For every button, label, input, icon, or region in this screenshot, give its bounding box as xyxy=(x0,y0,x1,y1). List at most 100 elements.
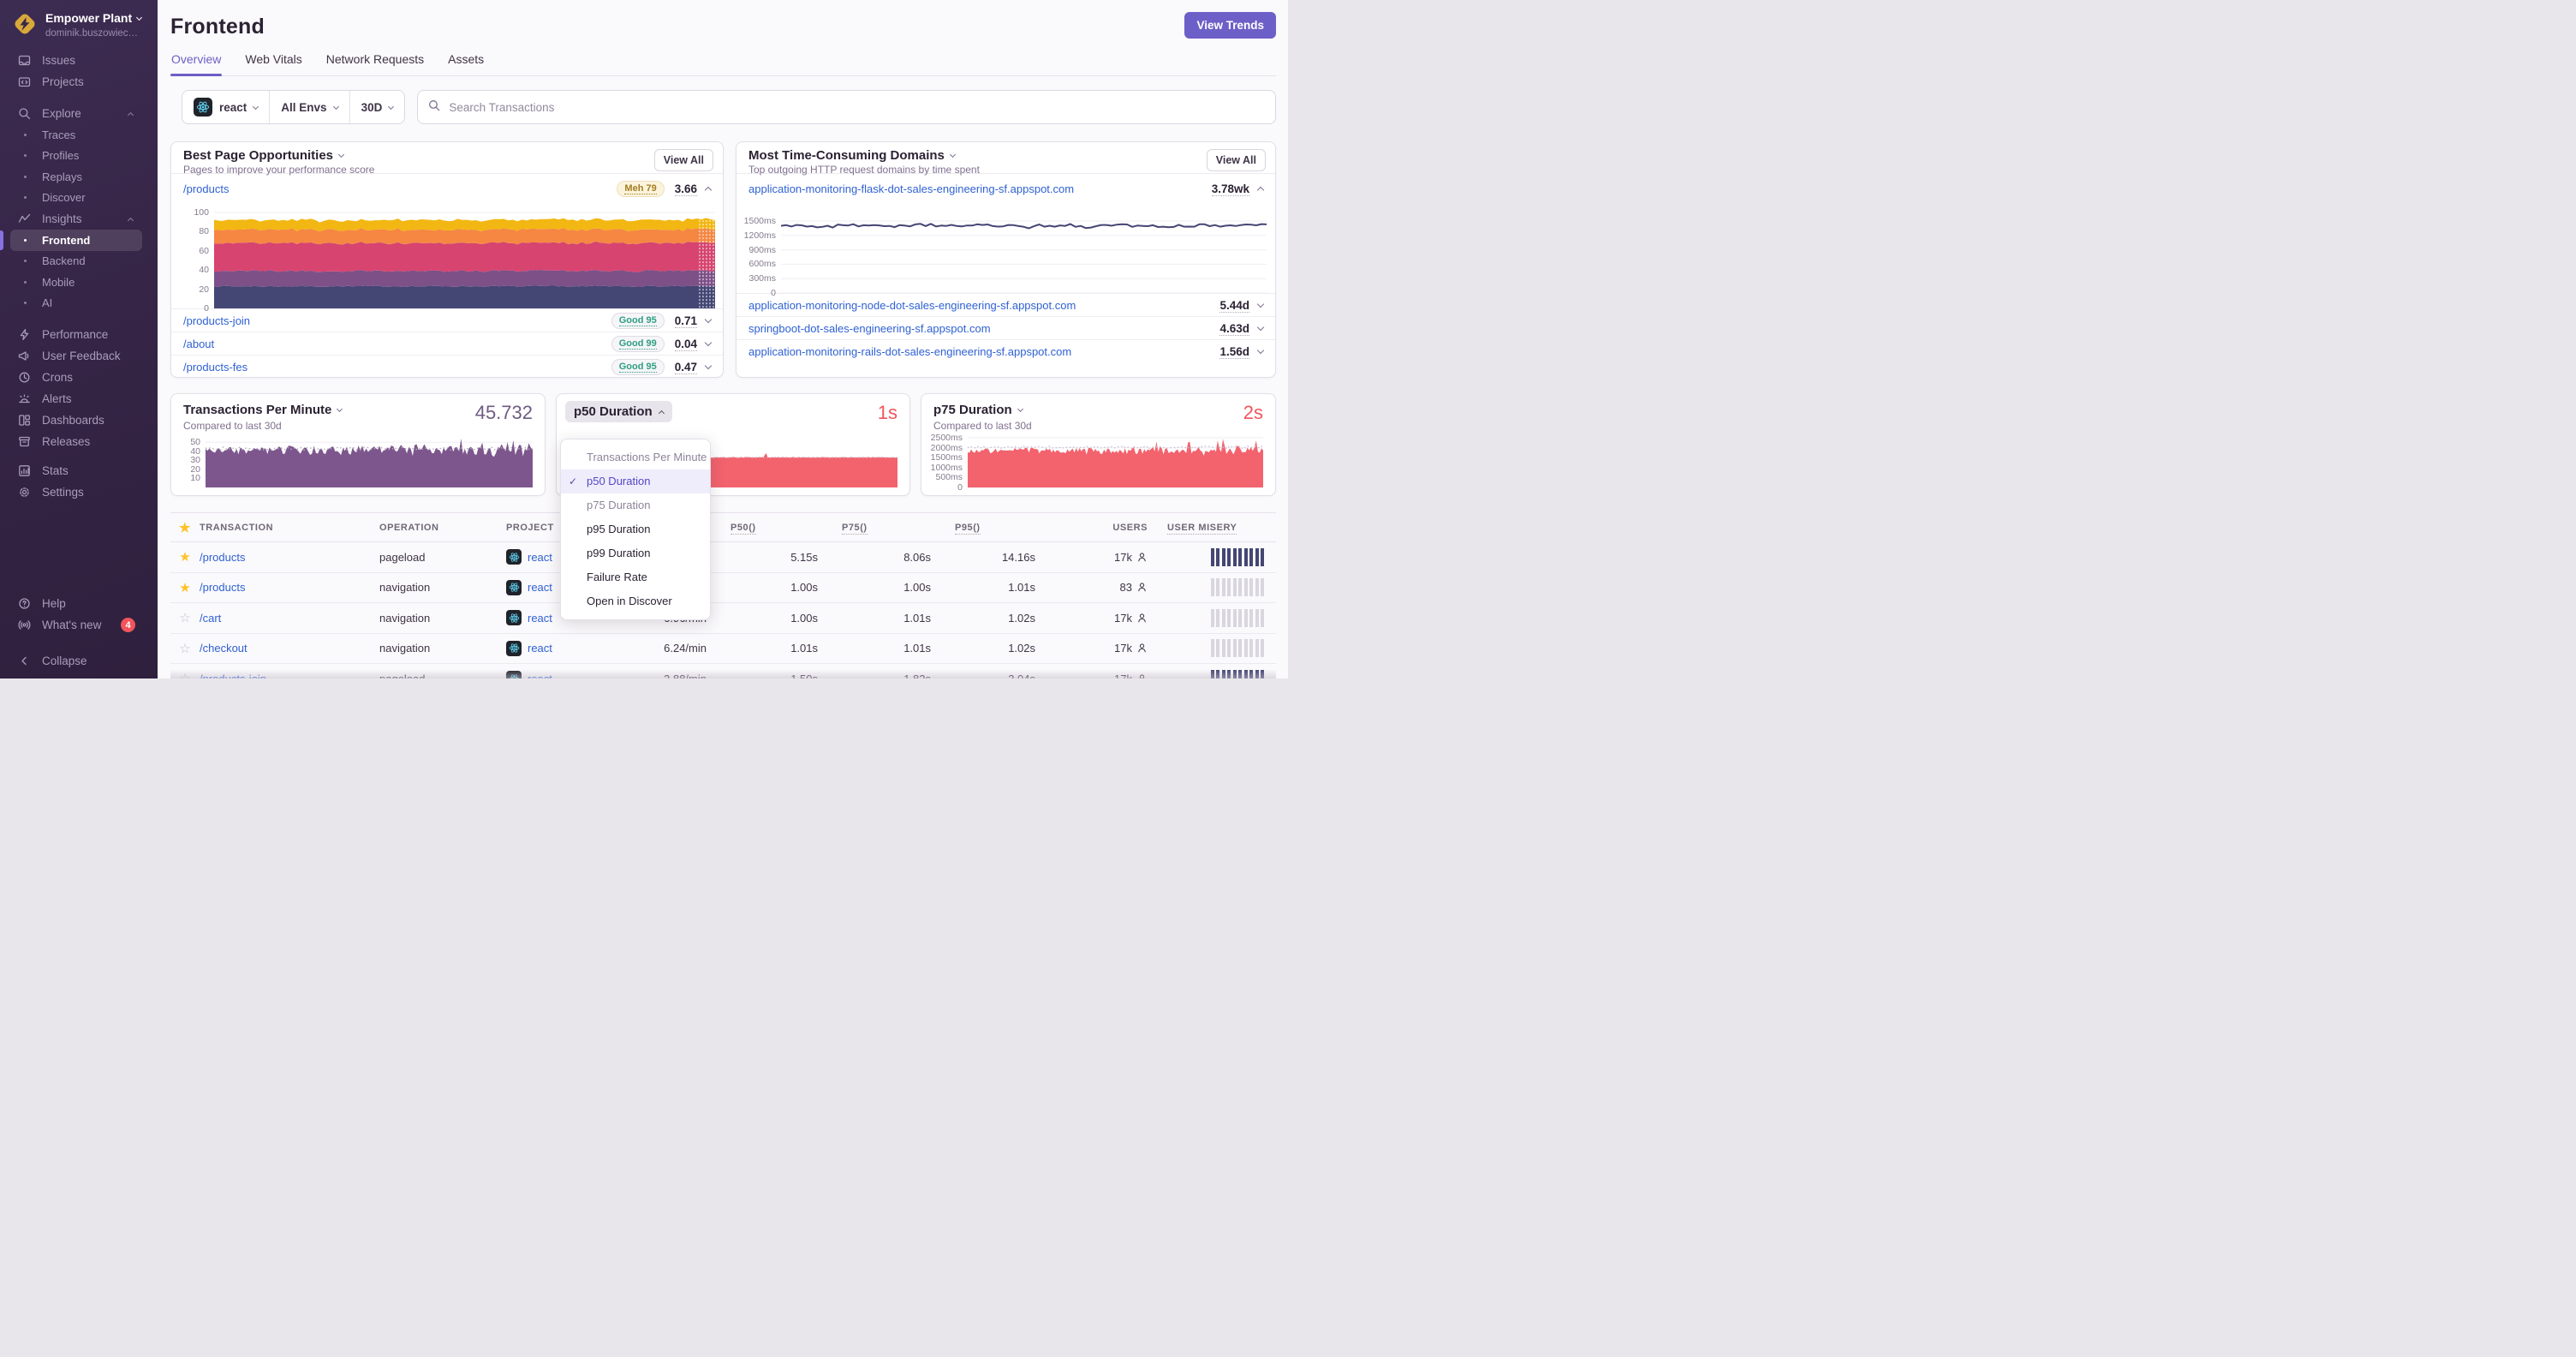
tab-network-requests[interactable]: Network Requests xyxy=(325,52,425,75)
org-switcher[interactable]: Empower Plant dominik.buszowiec… xyxy=(0,0,158,50)
project-link[interactable]: react xyxy=(528,551,552,564)
table-header-row: ★ TRANSACTION OPERATION PROJECT TPM()↓ P… xyxy=(170,512,1276,542)
domain-link[interactable]: springboot-dot-sales-engineering-sf.apps… xyxy=(748,322,991,335)
react-icon xyxy=(506,671,522,678)
tab-assets[interactable]: Assets xyxy=(447,52,485,75)
sidebar-item-settings[interactable]: Settings xyxy=(0,481,158,503)
best-pages-view-all-button[interactable]: View All xyxy=(653,149,713,171)
sidebar-item-replays[interactable]: Replays xyxy=(10,166,142,188)
expand-row-icon[interactable] xyxy=(704,362,713,370)
p50-widget-selector[interactable]: p50 Duration xyxy=(565,401,672,422)
sidebar-item-mobile[interactable]: Mobile xyxy=(10,272,142,293)
sidebar-collapse-button[interactable]: Collapse xyxy=(0,650,158,672)
menu-item-tpm[interactable]: Transactions Per Minute xyxy=(561,445,710,469)
page-link[interactable]: /about xyxy=(183,338,214,350)
project-link[interactable]: react xyxy=(528,612,552,625)
expand-row-icon[interactable] xyxy=(1256,346,1265,355)
chevron-down-icon xyxy=(337,405,343,413)
search-transactions-input[interactable] xyxy=(447,99,1265,115)
domains-title[interactable]: Most Time-Consuming Domains xyxy=(748,148,1207,163)
col-p50[interactable]: P50() xyxy=(707,512,818,542)
sidebar: Empower Plant dominik.buszowiec… Issues … xyxy=(0,0,158,678)
menu-item-p75-duration[interactable]: p75 Duration xyxy=(561,493,710,517)
star-toggle[interactable]: ☆ xyxy=(170,610,200,625)
star-toggle[interactable]: ☆ xyxy=(170,641,200,656)
active-indicator xyxy=(0,230,3,250)
best-pages-title[interactable]: Best Page Opportunities xyxy=(183,148,654,163)
y-axis-labels: 1500ms 1200ms 900ms 600ms 300ms 0 xyxy=(743,216,776,298)
page-link[interactable]: /products-fes xyxy=(183,361,247,374)
star-toggle[interactable]: ☆ xyxy=(170,671,200,678)
table-row: ☆ /products-join pageload react 3.88/min… xyxy=(170,663,1276,678)
expand-row-icon[interactable] xyxy=(704,338,713,347)
sidebar-item-stats[interactable]: Stats xyxy=(0,460,158,481)
page-row-about: /about Good 99 0.04 xyxy=(171,332,723,355)
sidebar-item-issues[interactable]: Issues xyxy=(0,50,158,71)
sidebar-item-releases[interactable]: Releases xyxy=(0,431,158,452)
search-icon xyxy=(18,107,31,120)
collapse-row-icon[interactable] xyxy=(704,186,713,194)
transaction-link[interactable]: /cart xyxy=(200,612,221,625)
sidebar-item-alerts[interactable]: Alerts xyxy=(0,388,158,409)
transaction-link[interactable]: /products-join xyxy=(200,673,266,678)
collapse-row-icon[interactable] xyxy=(1256,186,1265,194)
tab-overview[interactable]: Overview xyxy=(170,52,223,76)
col-p75[interactable]: P75() xyxy=(818,512,931,542)
tab-web-vitals[interactable]: Web Vitals xyxy=(244,52,302,75)
environment-filter[interactable]: All Envs xyxy=(269,91,349,123)
transaction-link[interactable]: /products xyxy=(200,581,245,594)
expand-row-icon[interactable] xyxy=(704,315,713,324)
projects-icon xyxy=(18,75,31,88)
sidebar-item-performance[interactable]: Performance xyxy=(0,324,158,345)
view-trends-button[interactable]: View Trends xyxy=(1184,12,1276,39)
chevron-down-icon xyxy=(1017,405,1023,413)
page-link[interactable]: /products-join xyxy=(183,314,250,327)
transaction-link[interactable]: /checkout xyxy=(200,642,247,655)
menu-item-open-in-discover[interactable]: Open in Discover xyxy=(561,589,710,613)
p75-widget-title[interactable]: p75 Duration xyxy=(921,394,1275,417)
expand-row-icon[interactable] xyxy=(1256,323,1265,332)
p95-cell: 3.04s xyxy=(931,663,1035,678)
sidebar-item-frontend[interactable]: Frontend xyxy=(0,230,142,251)
react-icon xyxy=(506,579,522,595)
sidebar-group-explore[interactable]: Explore xyxy=(0,103,158,124)
sidebar-item-traces[interactable]: Traces xyxy=(10,124,142,146)
chevron-up-icon xyxy=(127,217,134,224)
operation-cell: navigation xyxy=(379,633,506,664)
page-link[interactable]: /products xyxy=(183,182,229,195)
menu-item-p50-duration[interactable]: ✓ p50 Duration xyxy=(561,469,710,493)
star-toggle[interactable]: ★ xyxy=(170,580,200,595)
star-toggle[interactable]: ★ xyxy=(170,549,200,565)
col-user-misery[interactable]: USER MISERY xyxy=(1148,512,1276,542)
sidebar-item-crons[interactable]: Crons xyxy=(0,367,158,388)
operation-cell: pageload xyxy=(379,541,506,573)
transaction-link[interactable]: /products xyxy=(200,551,245,564)
project-filter[interactable]: react xyxy=(182,91,269,123)
domains-view-all-button[interactable]: View All xyxy=(1206,149,1266,171)
expand-row-icon[interactable] xyxy=(1256,300,1265,308)
sidebar-item-ai[interactable]: AI xyxy=(10,293,142,314)
domain-link[interactable]: application-monitoring-node-dot-sales-en… xyxy=(748,299,1076,312)
col-p95[interactable]: P95() xyxy=(931,512,1035,542)
menu-item-p95-duration[interactable]: p95 Duration xyxy=(561,517,710,541)
date-range-filter[interactable]: 30D xyxy=(349,91,405,123)
siren-icon xyxy=(18,392,31,405)
menu-item-p99-duration[interactable]: p99 Duration xyxy=(561,541,710,565)
sidebar-item-profiles[interactable]: Profiles xyxy=(10,146,142,167)
sidebar-item-projects[interactable]: Projects xyxy=(0,71,158,93)
sidebar-item-help[interactable]: Help xyxy=(0,593,158,614)
sidebar-item-dashboards[interactable]: Dashboards xyxy=(0,409,158,431)
domain-link[interactable]: application-monitoring-flask-dot-sales-e… xyxy=(748,182,1074,195)
sidebar-item-backend[interactable]: Backend xyxy=(10,251,142,272)
sidebar-item-discover[interactable]: Discover xyxy=(10,188,142,209)
dashboards-icon xyxy=(18,414,31,427)
project-link[interactable]: react xyxy=(528,642,552,655)
project-link[interactable]: react xyxy=(528,673,552,678)
sidebar-group-insights[interactable]: Insights xyxy=(0,208,158,230)
menu-item-failure-rate[interactable]: Failure Rate xyxy=(561,565,710,589)
sidebar-item-whats-new[interactable]: What's new 4 xyxy=(0,614,158,636)
project-link[interactable]: react xyxy=(528,581,552,594)
sidebar-item-user-feedback[interactable]: User Feedback xyxy=(0,345,158,367)
domain-link[interactable]: application-monitoring-rails-dot-sales-e… xyxy=(748,345,1071,358)
gear-icon xyxy=(18,486,31,499)
